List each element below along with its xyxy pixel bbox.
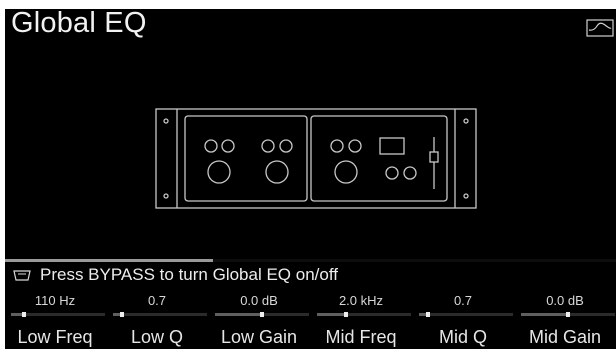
param-fill <box>11 313 22 316</box>
param-label: Low Freq <box>17 327 93 347</box>
param-fill <box>215 313 260 316</box>
param-slider[interactable] <box>11 312 105 317</box>
parameter-bar: 110 Hz Low Freq 0.7 Low Q 0.0 dB Low Gai… <box>5 289 616 349</box>
page-title: Global EQ <box>11 9 147 39</box>
param-slider[interactable] <box>317 312 411 317</box>
param-low-gain[interactable]: 0.0 dB Low Gain <box>209 289 309 349</box>
param-knob[interactable] <box>426 312 430 317</box>
scroll-bar[interactable] <box>5 259 616 262</box>
param-value: 0.0 dB <box>546 293 584 308</box>
param-fill <box>317 313 344 316</box>
param-knob[interactable] <box>566 312 570 317</box>
param-label: Low Q <box>130 327 184 347</box>
rack-eq-unit-icon <box>155 108 477 209</box>
param-value: 0.0 dB <box>240 293 278 308</box>
param-fill <box>113 313 120 316</box>
param-label: Low Gain <box>220 327 298 347</box>
hint-text: Press BYPASS to turn Global EQ on/off <box>40 265 338 284</box>
rack-frame <box>155 108 477 209</box>
param-value: 0.7 <box>453 293 473 308</box>
footswitch-icon <box>13 270 31 281</box>
param-value: 110 Hz <box>34 293 76 308</box>
param-label: Mid Q <box>438 327 487 347</box>
global-eq-screen: Global EQ Press BYPASS to turn Global EQ… <box>5 9 616 349</box>
param-slider[interactable] <box>419 312 513 317</box>
param-slider[interactable] <box>215 312 309 317</box>
param-knob[interactable] <box>120 312 124 317</box>
param-fill <box>521 313 566 316</box>
param-knob[interactable] <box>22 312 26 317</box>
scroll-thumb[interactable] <box>5 259 213 262</box>
param-value: 0.7 <box>147 293 167 308</box>
hint-bar: Press BYPASS to turn Global EQ on/off <box>13 264 338 286</box>
param-slider[interactable] <box>113 312 207 317</box>
param-mid-freq[interactable]: 2.0 kHz Mid Freq <box>311 289 411 349</box>
param-knob[interactable] <box>260 312 264 317</box>
param-label: Mid Gain <box>528 327 602 347</box>
param-value: 2.0 kHz <box>338 293 384 308</box>
param-mid-gain[interactable]: 0.0 dB Mid Gain <box>515 289 615 349</box>
eq-curve-icon[interactable] <box>586 19 614 37</box>
param-low-q[interactable]: 0.7 Low Q <box>107 289 207 349</box>
param-fill <box>419 313 426 316</box>
param-knob[interactable] <box>344 312 348 317</box>
param-mid-q[interactable]: 0.7 Mid Q <box>413 289 513 349</box>
param-label: Mid Freq <box>325 327 397 347</box>
param-slider[interactable] <box>521 312 615 317</box>
param-low-freq[interactable]: 110 Hz Low Freq <box>5 289 105 349</box>
